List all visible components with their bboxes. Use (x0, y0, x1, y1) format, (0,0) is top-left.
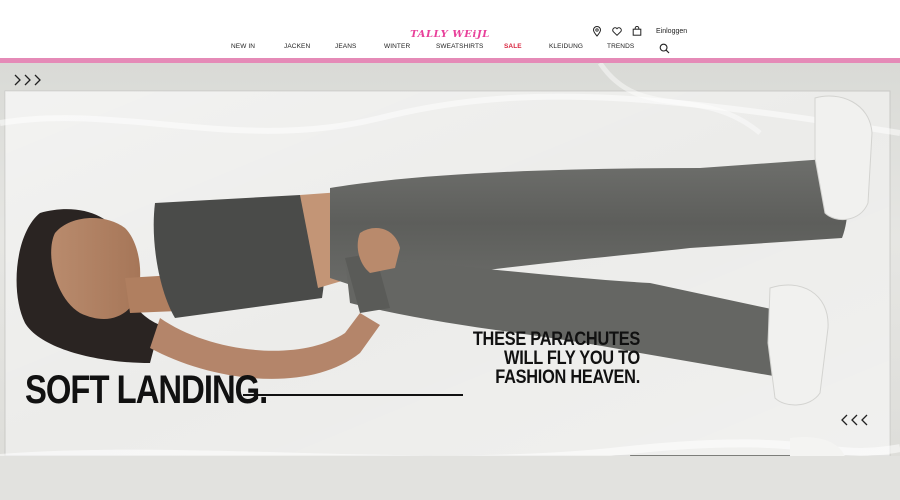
header-utilities: Einloggen (590, 24, 687, 38)
hero-headline: SOFT LANDING. (25, 368, 268, 412)
nav-item-trends[interactable]: TRENDS (607, 43, 634, 50)
hero-banner[interactable]: THESE PARACHUTES WILL FLY YOU TO FASHION… (0, 63, 900, 500)
site-header: TALLY WEiJL Einloggen NEW IN JACKEN JEAN… (0, 0, 900, 58)
hero-tagline-line: FASHION HEAVEN. (495, 367, 640, 388)
shopping-bag-icon[interactable] (630, 24, 644, 38)
nav-item-jeans[interactable]: JEANS (335, 43, 356, 50)
nav-item-sweatshirts[interactable]: SWEATSHIRTS (436, 43, 483, 50)
main-navigation: NEW IN JACKEN JEANS WINTER SWEATSHIRTS S… (0, 41, 900, 54)
nav-item-jacken[interactable]: JACKEN (284, 43, 310, 50)
search-icon[interactable] (659, 41, 671, 54)
brand-logo[interactable]: TALLY WEiJL (410, 29, 490, 39)
slider-next-arrows-icon[interactable] (840, 413, 872, 427)
headline-rule (243, 394, 463, 396)
slider-prev-arrows-icon[interactable] (13, 73, 45, 87)
logo-link[interactable]: TALLY WEiJL (0, 24, 900, 42)
hero-tagline-line: THESE PARACHUTES (472, 329, 640, 350)
location-pin-icon[interactable] (590, 24, 604, 38)
nav-item-kleidung[interactable]: KLEIDUNG (549, 43, 583, 50)
hero-photo (0, 63, 900, 500)
nav-item-new-in[interactable]: NEW IN (231, 43, 255, 50)
nav-item-sale[interactable]: SALE (504, 43, 522, 50)
hero-tagline-line: WILL FLY YOU TO (504, 348, 640, 369)
nav-item-winter[interactable]: WINTER (384, 43, 410, 50)
login-link[interactable]: Einloggen (656, 28, 687, 35)
hero-tagline: THESE PARACHUTES WILL FLY YOU TO FASHION… (451, 330, 640, 387)
heart-icon[interactable] (610, 24, 624, 38)
